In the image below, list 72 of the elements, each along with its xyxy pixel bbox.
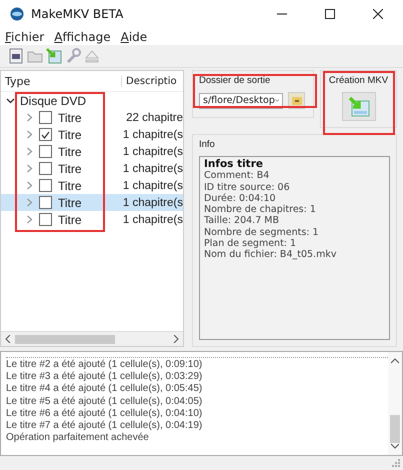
table-cell: 1 chapitre(s: [122, 196, 183, 208]
group-title: Dossier de sortie: [199, 75, 272, 86]
checkmark-icon[interactable]: [41, 130, 50, 138]
menu-item[interactable]: Affichage: [54, 30, 111, 44]
tree-item[interactable]: Titre: [58, 110, 82, 124]
table-cell: 1 chapitre(s: [122, 128, 183, 140]
log-line: Le titre #6 a été ajouté (1 cellule(s), 0:04:10): [6, 408, 204, 420]
table-cell: 1 chapitre(s: [122, 214, 183, 226]
maximize-icon[interactable]: [325, 9, 335, 19]
log-line: Le titre #2 a été ajouté (1 cellule(s), 0:09:10): [6, 359, 204, 372]
caret-icon[interactable]: [274, 98, 279, 103]
column-header[interactable]: Type: [1, 74, 121, 88]
table-cell: 1 chapitre(s: [122, 180, 183, 192]
scroll-up-icon[interactable]: [391, 358, 399, 364]
table-cell: 1 chapitre(s: [122, 162, 183, 174]
tree-row[interactable]: Titre 1 chapitre(s: [1, 177, 183, 194]
info-text: Nombre de segments: 1: [204, 226, 320, 238]
info-text: ID titre source: 06: [204, 182, 291, 193]
file-icon[interactable]: [8, 48, 24, 64]
log-line: Opération parfaitement achevée: [6, 432, 150, 444]
resize-grip-icon: [392, 459, 400, 467]
info-text: Comment: B4: [204, 170, 270, 182]
info-text: Taille: 204.7 MB: [204, 215, 280, 227]
checkbox[interactable]: [39, 128, 52, 141]
scrollbar-thumb[interactable]: [15, 334, 115, 344]
info-text: Nombre de chapitres: 1: [204, 204, 317, 216]
tree-row[interactable]: Titre 1 chapitre(s: [1, 194, 183, 211]
tree-item[interactable]: Titre: [58, 128, 82, 142]
tree-row[interactable]: Titre 1 chapitre(s: [1, 143, 183, 160]
checkbox[interactable]: [39, 196, 52, 209]
checkbox[interactable]: [39, 162, 52, 175]
checkbox[interactable]: [39, 145, 52, 158]
checkbox[interactable]: [39, 111, 52, 124]
table-cell: 1 chapitre(s: [122, 146, 183, 158]
group-title: Création MKV: [328, 75, 388, 86]
column-header[interactable]: Descriptio: [121, 76, 183, 86]
tree-item[interactable]: Titre: [58, 144, 82, 158]
log-line: Le titre #7 a été ajouté (1 cellule(s), 0:04:19): [6, 420, 204, 432]
tree-item[interactable]: Titre: [58, 212, 82, 226]
scroll-left-icon[interactable]: [5, 335, 11, 343]
scrollbar-thumb[interactable]: [390, 415, 400, 443]
vertical-scrollbar[interactable]: [388, 352, 402, 455]
info-heading: Infos titre: [204, 159, 264, 170]
tree-item[interactable]: Titre: [58, 162, 82, 176]
menu-item[interactable]: Fichier: [5, 30, 44, 44]
group-title: Info: [199, 139, 216, 150]
folder-icon[interactable]: [292, 96, 302, 104]
tree-item[interactable]: Disque DVD: [20, 94, 86, 108]
chevron-down-icon[interactable]: [6, 96, 15, 105]
checkbox[interactable]: [39, 179, 52, 192]
tree-row[interactable]: Titre 1 chapitre(s: [1, 126, 183, 143]
highlight-frame: [323, 71, 395, 135]
table-cell: 22 chapitre: [126, 112, 183, 124]
horizontal-scrollbar[interactable]: [1, 331, 183, 346]
tree-row[interactable]: Titre 22 chapitre: [1, 109, 183, 126]
scroll-right-icon[interactable]: [173, 335, 179, 343]
info-text: Plan de segment: 1: [204, 238, 298, 250]
tree-row[interactable]: Titre 1 chapitre(s: [1, 211, 183, 228]
info-text: Nom du fichier: B4_t05.mkv: [204, 249, 338, 261]
app-logo-icon: [10, 7, 24, 21]
close-icon[interactable]: [373, 9, 383, 19]
log-line: Le titre #5 a été ajouté (1 cellule(s), 0:04:05): [6, 396, 204, 408]
tree-item[interactable]: Titre: [58, 178, 82, 192]
menu-item[interactable]: Aide: [120, 30, 148, 44]
info-text: Durée: 0:04:10: [204, 192, 277, 204]
log-line: Le titre #3 a été ajouté (1 cellule(s), 0:03:29): [6, 371, 204, 384]
scroll-down-icon[interactable]: [391, 443, 399, 449]
window-title: MakeMKV BETA: [31, 7, 124, 21]
tree-item[interactable]: Titre: [58, 196, 82, 210]
checkbox[interactable]: [39, 213, 52, 226]
tree-row[interactable]: Titre 1 chapitre(s: [1, 160, 183, 177]
log-line: Le titre #4 a été ajouté (1 cellule(s), 0:05:45): [6, 383, 204, 396]
